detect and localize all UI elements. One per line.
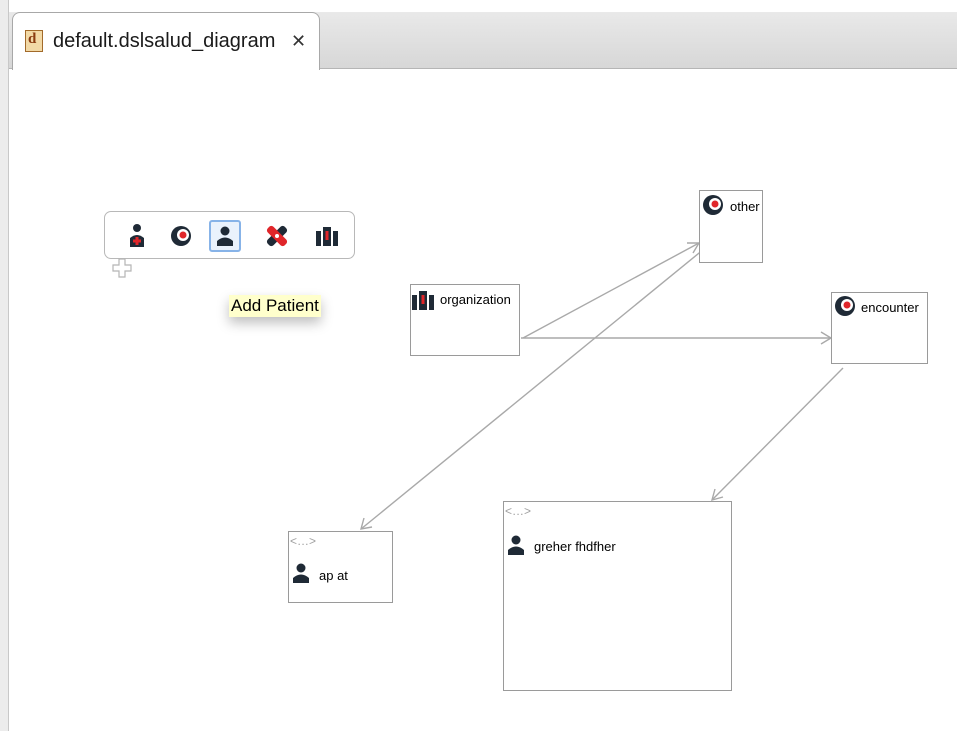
node-label: organization: [440, 292, 511, 307]
encounter-icon: [835, 296, 855, 316]
stereotype-label: <...>: [290, 534, 317, 548]
node-patient-greher-fhdfher[interactable]: <...> greher fhdfher: [503, 501, 732, 691]
node-organization[interactable]: organization: [410, 284, 520, 356]
connection-encounter-patient-greher[interactable]: [711, 367, 844, 501]
node-other[interactable]: other: [699, 190, 763, 263]
plus-outline-icon[interactable]: [111, 257, 133, 279]
bandage-icon[interactable]: [261, 220, 293, 252]
node-label: greher fhdfher: [534, 539, 616, 554]
patient-icon: [508, 535, 524, 555]
practitioner-icon[interactable]: [121, 220, 153, 252]
node-patient-ap-at[interactable]: <...> ap at: [288, 531, 393, 603]
node-encounter[interactable]: encounter: [831, 292, 928, 364]
connection-organization-encounter[interactable]: [521, 331, 833, 345]
node-label: other: [730, 199, 760, 214]
other-event-icon[interactable]: [165, 220, 197, 252]
organization-icon[interactable]: [311, 220, 343, 252]
organization-icon: [412, 291, 434, 310]
node-label: encounter: [861, 300, 919, 315]
patient-icon: [293, 563, 309, 583]
stereotype-label: <...>: [505, 504, 532, 518]
other-event-icon: [703, 195, 723, 215]
tooltip-add-patient: Add Patient: [229, 295, 321, 317]
connections-layer: [360, 242, 844, 530]
patient-icon[interactable]: [209, 220, 241, 252]
connection-organization-other[interactable]: [522, 242, 701, 339]
context-palette: [104, 211, 355, 259]
node-label: ap at: [319, 568, 348, 583]
